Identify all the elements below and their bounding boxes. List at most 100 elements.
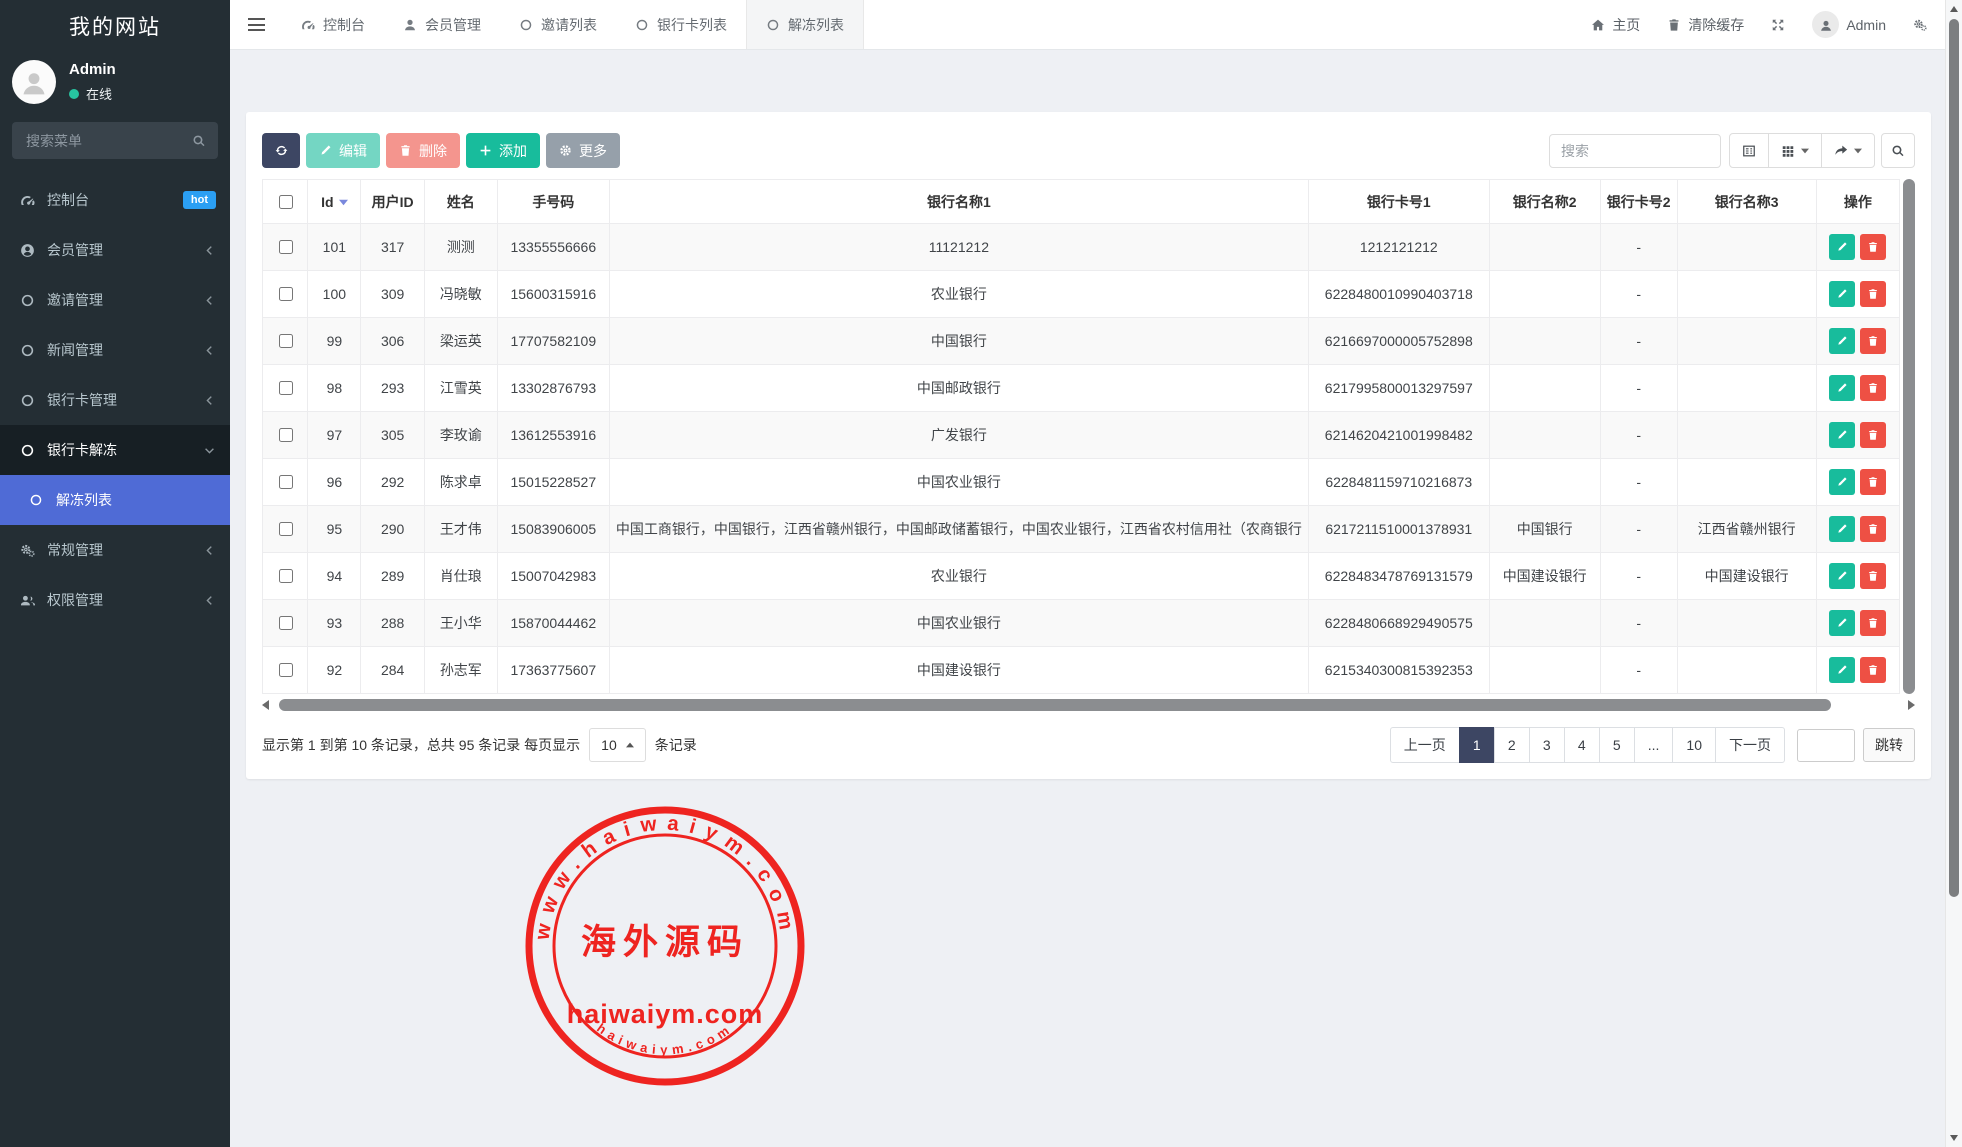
- row-checkbox[interactable]: [279, 616, 293, 630]
- row-delete-button[interactable]: [1860, 657, 1886, 683]
- caret-down-icon: [1801, 147, 1809, 155]
- column-header-id[interactable]: Id: [308, 180, 361, 224]
- add-button[interactable]: 添加: [466, 133, 540, 168]
- export-button[interactable]: [1821, 133, 1875, 168]
- page-button-2[interactable]: 2: [1494, 727, 1530, 763]
- select-all-checkbox[interactable]: [279, 195, 293, 209]
- sidebar-item-bank-cards[interactable]: 银行卡管理: [0, 375, 230, 425]
- page-button-5[interactable]: 5: [1599, 727, 1635, 763]
- tab-bank-card-list[interactable]: 银行卡列表: [616, 0, 746, 49]
- column-header-actions[interactable]: 操作: [1816, 180, 1899, 224]
- column-header-bank1[interactable]: 银行名称1: [609, 180, 1308, 224]
- delete-button[interactable]: 删除: [386, 133, 460, 168]
- account-menu[interactable]: Admin: [1812, 11, 1886, 38]
- page-button-10[interactable]: 10: [1672, 727, 1716, 763]
- row-edit-button[interactable]: [1829, 610, 1855, 636]
- column-header-bank2[interactable]: 银行名称2: [1489, 180, 1600, 224]
- user-icon: [403, 18, 417, 32]
- column-header-name[interactable]: 姓名: [424, 180, 497, 224]
- detail-view-button[interactable]: [1729, 133, 1769, 168]
- page-button-1[interactable]: 1: [1459, 727, 1495, 763]
- sidebar-search-input[interactable]: [24, 132, 184, 150]
- next-page-button[interactable]: 下一页: [1715, 727, 1785, 763]
- row-delete-button[interactable]: [1860, 281, 1886, 307]
- hscroll-thumb[interactable]: [279, 699, 1831, 711]
- more-button[interactable]: 更多: [546, 133, 620, 168]
- clear-cache-button[interactable]: 清除缓存: [1667, 15, 1744, 35]
- row-checkbox[interactable]: [279, 522, 293, 536]
- page-button-4[interactable]: 4: [1564, 727, 1600, 763]
- refresh-button[interactable]: [262, 133, 300, 168]
- hscroll-track[interactable]: [274, 699, 1903, 711]
- column-header-card2[interactable]: 银行卡号2: [1600, 180, 1677, 224]
- row-edit-button[interactable]: [1829, 516, 1855, 542]
- row-edit-button[interactable]: [1829, 328, 1855, 354]
- row-checkbox[interactable]: [279, 475, 293, 489]
- row-checkbox[interactable]: [279, 334, 293, 348]
- sidebar-item-members[interactable]: 会员管理: [0, 225, 230, 275]
- scroll-down-arrow-icon[interactable]: [1950, 1135, 1958, 1141]
- search-icon: [1891, 144, 1905, 158]
- home-icon: [1591, 18, 1605, 32]
- page-scrollbar[interactable]: [1945, 0, 1962, 1147]
- row-checkbox[interactable]: [279, 428, 293, 442]
- page-size-select[interactable]: 10: [589, 728, 646, 762]
- page-button-3[interactable]: 3: [1529, 727, 1565, 763]
- column-header-card1[interactable]: 银行卡号1: [1308, 180, 1489, 224]
- prev-page-button[interactable]: 上一页: [1390, 727, 1460, 763]
- table-search-input[interactable]: [1549, 134, 1721, 168]
- column-header-phone[interactable]: 手号码: [497, 180, 609, 224]
- row-edit-button[interactable]: [1829, 657, 1855, 683]
- row-edit-button[interactable]: [1829, 281, 1855, 307]
- stamp-chinese-text: 海外源码: [581, 922, 749, 963]
- tab-members[interactable]: 会员管理: [384, 0, 500, 49]
- row-checkbox[interactable]: [279, 381, 293, 395]
- row-edit-button[interactable]: [1829, 234, 1855, 260]
- row-delete-button[interactable]: [1860, 563, 1886, 589]
- row-delete-button[interactable]: [1860, 422, 1886, 448]
- scroll-right-arrow-icon[interactable]: [1908, 700, 1915, 710]
- search-icon[interactable]: [192, 134, 206, 148]
- table-vertical-scrollbar[interactable]: [1903, 179, 1915, 694]
- sidebar-item-general[interactable]: 常规管理: [0, 525, 230, 575]
- fullscreen-button[interactable]: [1771, 18, 1785, 32]
- row-edit-button[interactable]: [1829, 469, 1855, 495]
- row-checkbox[interactable]: [279, 663, 293, 677]
- sidebar-item-dashboard[interactable]: 控制台hot: [0, 175, 230, 225]
- scroll-up-arrow-icon[interactable]: [1950, 6, 1958, 12]
- sidebar-item-bank-card-unfreeze[interactable]: 银行卡解冻: [0, 425, 230, 475]
- column-header-bank3[interactable]: 银行名称3: [1677, 180, 1816, 224]
- row-checkbox[interactable]: [279, 287, 293, 301]
- sidebar-item-permissions[interactable]: 权限管理: [0, 575, 230, 625]
- tab-dashboard[interactable]: 控制台: [282, 0, 384, 49]
- row-delete-button[interactable]: [1860, 328, 1886, 354]
- settings-button[interactable]: [1913, 18, 1927, 32]
- sidebar-item-news[interactable]: 新闻管理: [0, 325, 230, 375]
- row-edit-button[interactable]: [1829, 375, 1855, 401]
- scroll-left-arrow-icon[interactable]: [262, 700, 269, 710]
- table-horizontal-scrollbar[interactable]: [262, 698, 1915, 712]
- jump-page-input[interactable]: [1797, 729, 1855, 762]
- page-scrollbar-thumb[interactable]: [1949, 19, 1959, 897]
- row-checkbox[interactable]: [279, 240, 293, 254]
- page-button-...[interactable]: ...: [1634, 727, 1674, 763]
- tab-unfreeze-list[interactable]: 解冻列表: [746, 0, 864, 49]
- row-delete-button[interactable]: [1860, 469, 1886, 495]
- column-header-user-id[interactable]: 用户ID: [361, 180, 424, 224]
- columns-button[interactable]: [1768, 133, 1822, 168]
- sidebar-item-invites[interactable]: 邀请管理: [0, 275, 230, 325]
- tab-invite-list[interactable]: 邀请列表: [500, 0, 616, 49]
- row-edit-button[interactable]: [1829, 422, 1855, 448]
- home-button[interactable]: 主页: [1591, 15, 1640, 35]
- edit-button[interactable]: 编辑: [306, 133, 380, 168]
- search-submit-button[interactable]: [1881, 133, 1915, 168]
- row-edit-button[interactable]: [1829, 563, 1855, 589]
- row-delete-button[interactable]: [1860, 610, 1886, 636]
- row-checkbox[interactable]: [279, 569, 293, 583]
- row-delete-button[interactable]: [1860, 516, 1886, 542]
- sidebar-toggle-button[interactable]: [230, 0, 282, 49]
- jump-button[interactable]: 跳转: [1863, 728, 1915, 762]
- row-delete-button[interactable]: [1860, 234, 1886, 260]
- row-delete-button[interactable]: [1860, 375, 1886, 401]
- sidebar-subitem-unfreeze-list[interactable]: 解冻列表: [0, 475, 230, 525]
